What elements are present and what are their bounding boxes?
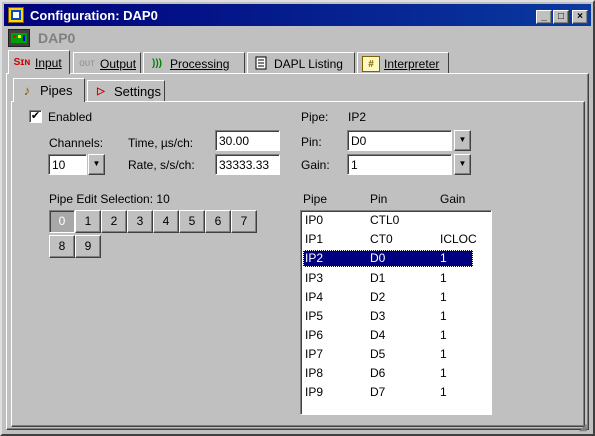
app-icon [8,7,24,23]
pipes-icon: ♪ [23,82,31,98]
list-item-selected[interactable]: IP2 D0 1 [303,250,473,267]
gain-label: Gain: [301,158,330,172]
pin-dropdown-button[interactable]: ▼ [454,130,471,151]
tab-output[interactable]: ᴏᴜᴛ Output [73,52,141,74]
list-item[interactable]: IP1 CT0 ICLOC [303,231,477,248]
close-button[interactable]: × [572,10,588,24]
list-item[interactable]: IP7 D5 1 [303,346,473,363]
list-item[interactable]: IP9 D7 1 [303,384,473,401]
window-title: Configuration: DAP0 [30,8,158,23]
pin-label: Pin: [301,135,322,149]
minimize-button[interactable]: _ [536,10,552,24]
tab-interpreter[interactable]: # Interpreter [357,52,449,74]
pipe-button-2[interactable]: 2 [101,210,127,233]
input-icon: Sɪɴ [13,56,31,68]
rate-label: Rate, s/s/ch: [128,158,195,172]
check-icon: ✔ [30,110,41,122]
chevron-down-icon: ▼ [458,135,467,144]
list-item[interactable]: IP6 D4 1 [303,327,473,344]
column-header-gain: Gain [440,192,466,206]
channels-label: Channels: [49,136,104,150]
list-item[interactable]: IP8 D6 1 [303,365,473,382]
pipe-button-3[interactable]: 3 [127,210,153,233]
maximize-button[interactable]: □ [553,10,569,24]
pipe-value: IP2 [348,110,367,124]
rate-input[interactable]: 33333.33 [215,154,280,175]
tab-dapl-listing[interactable]: DAPL Listing [247,52,355,74]
pipe-label: Pipe: [301,110,329,124]
resize-grip-icon[interactable]: ◢ [579,422,591,434]
tab-processing[interactable]: ))) Processing [143,52,245,74]
pipe-button-8[interactable]: 8 [49,235,75,258]
gain-select[interactable]: 1 [347,154,452,175]
tab-input[interactable]: Sɪɴ Input [8,50,70,74]
list-item[interactable]: IP0 CTL0 [303,212,473,229]
settings-icon: ▷ [97,85,105,97]
device-icon [8,29,30,47]
chevron-down-icon: ▼ [458,159,467,168]
list-item[interactable]: IP3 D1 1 [303,270,473,287]
pipe-button-7[interactable]: 7 [231,210,257,233]
tab-pipes[interactable]: ♪ Pipes [13,78,85,102]
output-icon: ᴏᴜᴛ [79,57,95,69]
pipe-list[interactable]: IP0 CTL0 IP1 CT0 ICLOC IP2 D0 1 IP3 D1 1… [300,210,492,415]
pipe-edit-selection-label: Pipe Edit Selection: 10 [49,192,170,206]
pin-select[interactable]: D0 [347,130,452,151]
time-input[interactable]: 30.00 [215,130,280,151]
enabled-checkbox[interactable]: ✔ [29,110,42,123]
time-label: Time, µs/ch: [128,136,194,150]
list-item[interactable]: IP5 D3 1 [303,308,473,325]
listing-icon [252,56,270,72]
enabled-label: Enabled [48,110,93,124]
channels-dropdown-button[interactable]: ▼ [88,154,105,175]
pipe-button-1[interactable]: 1 [75,210,101,233]
title-bar[interactable]: Configuration: DAP0 _ □ × [4,4,591,26]
pipe-button-0[interactable]: 0 [49,210,75,233]
pipe-button-6[interactable]: 6 [205,210,231,233]
gain-dropdown-button[interactable]: ▼ [454,154,471,175]
pipe-button-4[interactable]: 4 [153,210,179,233]
tab-settings[interactable]: ▷ Settings [87,80,165,102]
pipe-button-9[interactable]: 9 [75,235,101,258]
interpreter-icon: # [362,55,380,72]
column-header-pipe: Pipe [303,192,328,206]
column-header-pin: Pin [370,192,388,206]
pipe-button-5[interactable]: 5 [179,210,205,233]
configuration-window: Configuration: DAP0 _ □ × DAP0 Sɪɴ Input… [0,0,595,436]
processing-icon: ))) [152,57,162,69]
list-item[interactable]: IP4 D2 1 [303,289,473,306]
chevron-down-icon: ▼ [92,159,101,168]
channels-select[interactable]: 10 [48,154,87,175]
device-name: DAP0 [38,30,76,46]
